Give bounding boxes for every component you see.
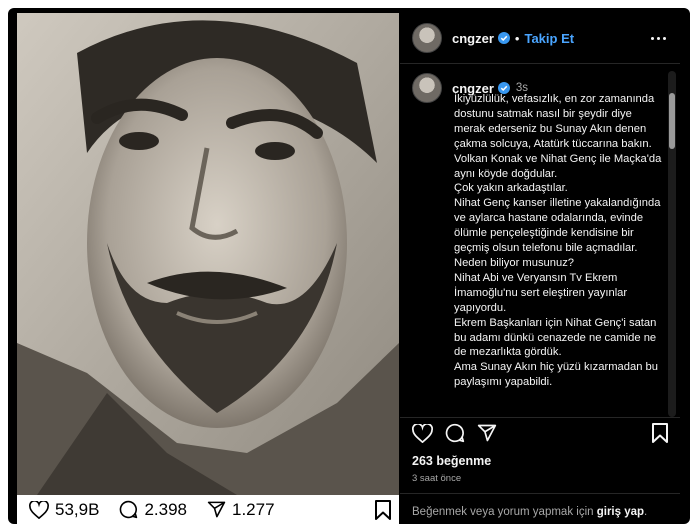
save-button[interactable]: [652, 423, 668, 443]
share-icon: [207, 501, 226, 518]
post-modal: 53,9B 2.398 1.277 cngzer • Takip Et cngz…: [8, 8, 690, 524]
bookmark-icon: [652, 423, 668, 443]
heart-icon: [412, 423, 433, 443]
caption-avatar[interactable]: [412, 73, 442, 103]
share-button[interactable]: [477, 423, 497, 443]
login-suffix: .: [644, 506, 648, 518]
caption-area[interactable]: cngzer 3s İkiyüzlülük, vefasızlık, en zo…: [400, 73, 668, 416]
login-prompt: Beğenmek veya yorum yapmak için giriş ya…: [412, 506, 647, 518]
comment-icon: [120, 500, 138, 519]
bookmark-icon: [375, 499, 391, 520]
comment-stat[interactable]: 2.398: [119, 500, 187, 520]
post-age: 3 saat önce: [412, 473, 462, 484]
share-stat[interactable]: 1.277: [207, 500, 275, 520]
like-stat[interactable]: 53,9B: [29, 500, 99, 520]
photo-action-bar: 53,9B 2.398 1.277: [17, 495, 399, 524]
like-button[interactable]: [412, 423, 433, 443]
caption-text: İkiyüzlülük, vefasızlık, en zor zamanınd…: [454, 93, 662, 389]
scrollbar-thumb[interactable]: [669, 93, 675, 149]
post-header: cngzer • Takip Et: [400, 13, 680, 64]
avatar[interactable]: [412, 23, 442, 53]
post-actions: [412, 423, 668, 443]
header-username[interactable]: cngzer: [452, 31, 494, 46]
post-side-panel: cngzer • Takip Et cngzer 3s İkiyüzlülük,…: [400, 13, 680, 524]
comment-count: 2.398: [144, 499, 187, 519]
like-count-text[interactable]: 263 beğenme: [412, 454, 491, 468]
like-count: 53,9B: [55, 499, 100, 519]
comment-icon: [445, 423, 465, 443]
comment-button[interactable]: [445, 423, 465, 443]
header-separator: •: [514, 30, 520, 46]
share-count: 1.277: [231, 499, 275, 519]
more-icon[interactable]: [651, 36, 666, 40]
post-photo[interactable]: [17, 13, 399, 495]
login-link[interactable]: giriş yap: [597, 506, 644, 518]
share-icon: [477, 424, 497, 442]
divider: [400, 493, 680, 494]
divider: [400, 417, 680, 418]
login-prefix: Beğenmek veya yorum yapmak için: [412, 506, 597, 518]
follow-button[interactable]: Takip Et: [524, 31, 574, 46]
heart-icon: [29, 500, 49, 519]
verified-icon: [497, 32, 510, 44]
photo-save-button[interactable]: [375, 499, 391, 520]
scrollbar[interactable]: [668, 71, 676, 417]
